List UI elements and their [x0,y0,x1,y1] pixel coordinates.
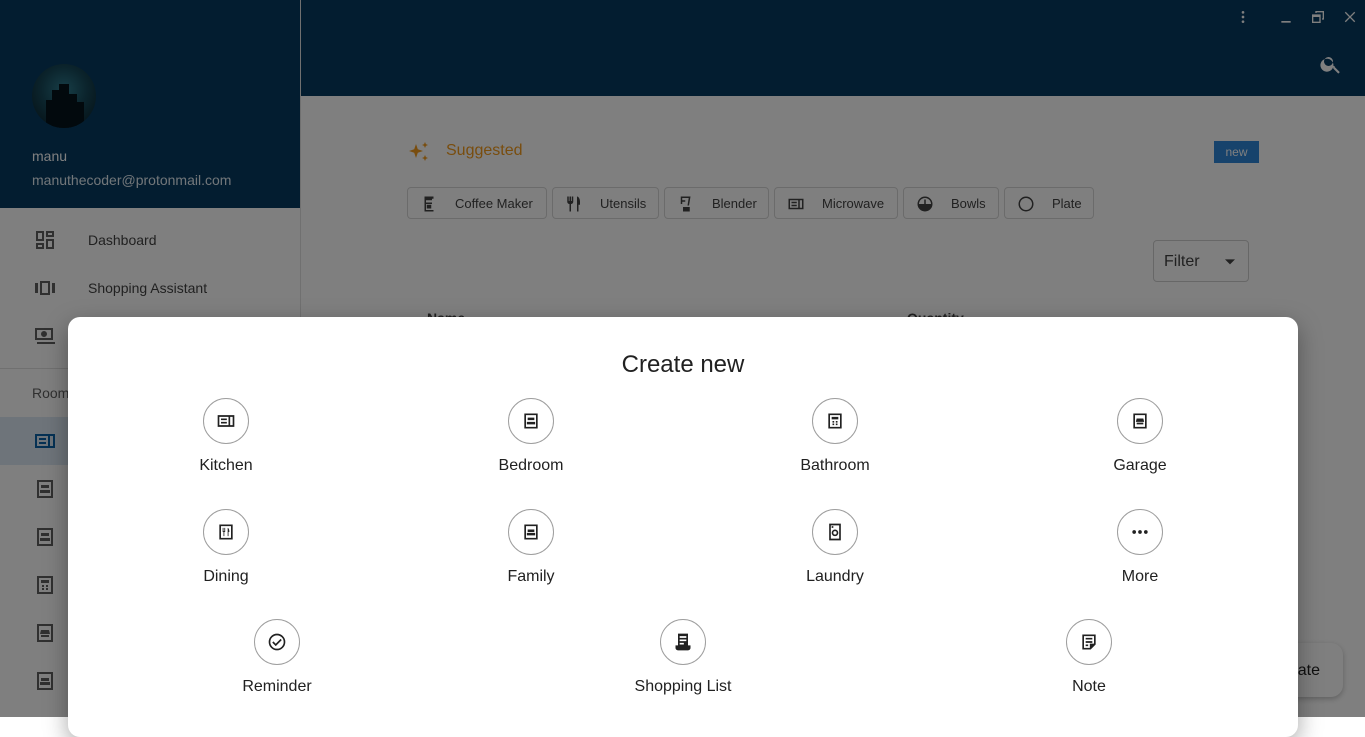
option-label: Dining [203,568,249,585]
option-label: Family [507,568,555,585]
option-label: More [1121,568,1159,585]
option-label: Bedroom [498,457,564,474]
bathroom-icon [812,398,858,444]
bedroom-icon [508,398,554,444]
kitchen-icon [203,398,249,444]
create-option-more[interactable]: More [1050,509,1230,595]
note-icon [1066,619,1112,665]
create-option-bedroom[interactable]: Bedroom [441,398,621,484]
create-option-bathroom[interactable]: Bathroom [745,398,925,484]
option-label: Shopping List [634,678,732,695]
reminder-check-icon [254,619,300,665]
dialog-title: Create new [621,351,745,378]
option-label: Note [1072,678,1106,695]
receipt-icon [660,619,706,665]
create-option-family[interactable]: Family [441,509,621,595]
option-label: Laundry [806,568,864,585]
create-option-kitchen[interactable]: Kitchen [136,398,316,484]
family-icon [508,509,554,555]
option-label: Kitchen [199,457,253,474]
option-label: Garage [1113,457,1167,474]
dining-icon [203,509,249,555]
create-option-laundry[interactable]: Laundry [745,509,925,595]
create-option-shopping-list[interactable]: Shopping List [593,619,773,705]
laundry-icon [812,509,858,555]
create-option-garage[interactable]: Garage [1050,398,1230,484]
create-option-reminder[interactable]: Reminder [187,619,367,705]
create-new-dialog: Create new Kitchen Bedroom Bathroom Gara… [68,317,1298,737]
create-option-note[interactable]: Note [999,619,1179,705]
option-label: Reminder [242,678,312,695]
option-label: Bathroom [800,457,870,474]
garage-icon [1117,398,1163,444]
more-horiz-icon [1117,509,1163,555]
create-option-dining[interactable]: Dining [136,509,316,595]
